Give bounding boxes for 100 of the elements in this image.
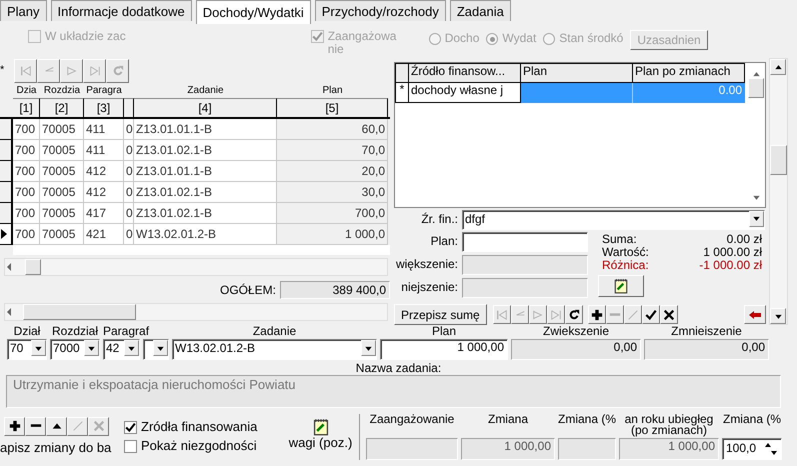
scrollbar-thumb[interactable] [23,304,136,320]
table-cell: 20,0 [277,161,388,182]
row-header[interactable] [0,203,13,224]
row-header[interactable] [0,224,13,246]
column-index: [3] [84,98,124,118]
input-field[interactable]: 1 000,00 [461,438,555,460]
radio-label: Docho [444,32,480,46]
refresh-icon [568,308,580,321]
table-cell: 70005 [40,140,84,162]
field-label: Zadanie [252,324,296,338]
input-field[interactable]: 1 000,00 [380,339,508,360]
scrollbar[interactable] [769,58,788,326]
scrollbar-thumb[interactable] [770,145,787,176]
scroll-up-button[interactable] [770,59,786,76]
table-cell: 700 [13,203,40,224]
table-cell: 417 [84,203,124,224]
pencil-icon [626,308,639,321]
dropdown[interactable]: 70 [7,339,47,360]
dropdown[interactable]: W13.02.01.2-B [172,339,377,360]
table-cell: 0 [124,182,134,204]
summary-value: -1 000.00 zł [699,258,762,272]
column-header: Źródło finansow... [409,63,521,84]
field-label: Rozdział [52,324,98,338]
summary-label: Suma: [602,232,637,246]
column-header: Plan po zmianach [633,63,745,84]
row-header[interactable] [0,119,13,140]
radio-label: Wydat [502,32,536,46]
table-cell: 700 [13,182,40,204]
dropdown[interactable]: 42 [103,339,140,360]
tab[interactable]: Plany [0,0,47,21]
table-cell: 30,0 [277,182,388,204]
tab[interactable]: Informacje dodatkowe [50,0,192,21]
table-cell: Z13.01.02.1-B [134,203,277,224]
column-index: [5] [277,98,388,118]
checkbox[interactable] [124,440,137,453]
input-field[interactable] [462,232,588,252]
add-button[interactable] [4,416,25,436]
back-button[interactable] [744,305,766,324]
tab[interactable]: Dochody/Wydatki [196,0,311,24]
table-cell: 700 [13,140,40,162]
notes-button[interactable] [598,274,644,297]
row-header[interactable] [0,161,13,182]
table-cell: 70005 [40,224,84,246]
tab[interactable]: Zadania [450,0,511,21]
column-header: Plan [321,84,344,98]
dropdown[interactable] [143,339,169,360]
table-cell: 411 [84,140,124,162]
save-label: apisz zmiany do ba [0,440,112,456]
table-cell: 60,0 [277,119,388,140]
column-header: Plan [521,63,633,84]
spin-field[interactable]: 100,0 [722,438,782,460]
input-field[interactable]: 1 000,00 [619,438,719,460]
refresh-button[interactable] [564,305,583,324]
accept-button[interactable] [642,305,660,324]
check-icon [644,308,657,321]
row-header[interactable] [0,140,13,162]
text-area[interactable]: Utrzymanie i ekspoatacja nieruchomości Powiatu [6,375,781,408]
scrollbar-thumb[interactable] [748,78,764,98]
field-label: Nazwa zadania: [356,361,442,376]
checkbox-label: Zródła finansowania [141,420,258,435]
table-cell: 0 [124,119,134,140]
scrollbar-thumb[interactable] [25,259,41,276]
last-record-icon [88,65,100,78]
field-label: Zmiana (% [722,412,781,426]
scroll-down-button[interactable] [770,308,786,324]
first-record-icon [496,308,508,321]
field-label: Zaangażowanie [370,412,454,426]
summary-value: 1 000.00 zł [703,246,762,259]
table-cell: Z13.01.01.1-B [134,161,277,182]
plus-icon [590,308,603,321]
source-dropdown[interactable]: dfgf [462,210,765,230]
column-header: Zadanie [186,84,225,98]
notes-button[interactable]: wagi (poz.) [282,414,360,460]
add-button[interactable] [588,305,606,324]
row-header[interactable] [0,182,13,204]
input-field[interactable] [558,438,616,460]
scrollbar[interactable] [4,258,388,276]
table-cell: 0 [124,140,134,162]
field-label: Dział [14,324,40,338]
first-record-icon [20,65,32,78]
field-label: Zwiekszenie [542,324,610,338]
input-field[interactable] [366,438,458,460]
remove-button[interactable] [25,416,46,436]
refresh-icon [112,65,124,78]
checkbox[interactable] [124,420,137,434]
dropdown[interactable]: 7000 [50,339,100,360]
table-cell: 70005 [40,203,84,224]
move-up-button[interactable] [46,416,67,436]
copy-sum-button[interactable]: Przepisz sumę [394,304,487,326]
column-header: Paragra [85,84,123,98]
next-icon [532,308,544,321]
checkbox-label: W układzie zac [45,30,126,44]
scrollbar[interactable] [4,303,388,322]
tab[interactable]: Przychody/rozchody [314,0,446,21]
table-cell: 700 [13,119,40,140]
cancel-button[interactable] [660,305,678,324]
table-cell: 0 [124,203,134,224]
table-cell: 421 [84,224,124,246]
field-label: większenie: [394,258,458,272]
table-cell: 0.00 [633,83,745,104]
